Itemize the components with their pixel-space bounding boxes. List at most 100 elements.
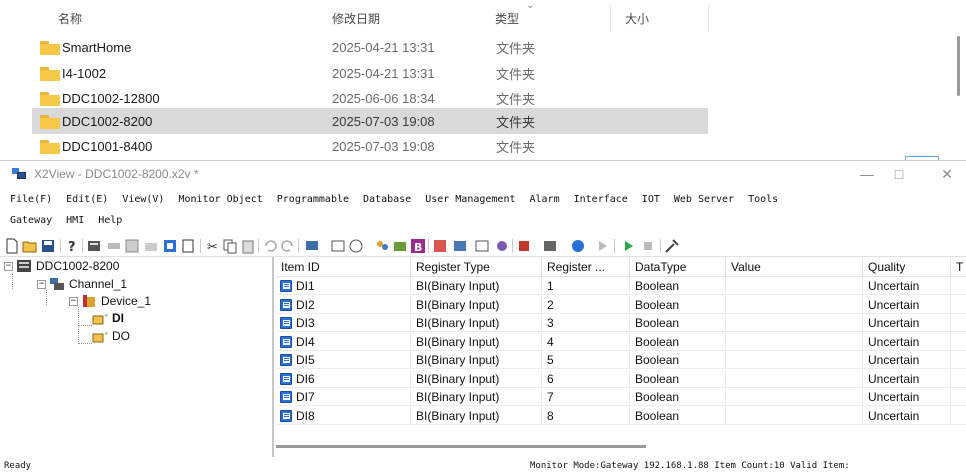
pane-splitter[interactable]	[272, 257, 274, 457]
open-folder-icon[interactable]	[22, 238, 38, 254]
cell-register-type: BI(Binary Input)	[411, 351, 542, 369]
chart-icon[interactable]	[432, 238, 448, 254]
table-row[interactable]: DI7 BI(Binary Input) 7 Boolean Uncertain	[276, 388, 966, 406]
tree-line	[78, 343, 92, 344]
save-icon[interactable]	[40, 238, 56, 254]
menu-web-server[interactable]: Web Server	[674, 191, 734, 209]
header-datatype[interactable]: DataType	[630, 257, 726, 277]
link-icon[interactable]	[494, 238, 510, 254]
alarm-icon[interactable]	[516, 238, 532, 254]
tree-node-channel[interactable]: − Channel_1	[37, 275, 127, 293]
minimize-button[interactable]: —	[854, 165, 880, 183]
column-divider[interactable]	[708, 4, 709, 32]
maximize-button[interactable]: □	[886, 165, 912, 183]
menu-view[interactable]: View(V)	[122, 191, 164, 209]
tree-node-label: DDC1002-8200	[36, 259, 120, 273]
tree-node-do[interactable]: DO	[92, 327, 130, 345]
tree-node-device[interactable]: − Device_1	[69, 292, 151, 310]
add-item-icon[interactable]	[162, 238, 178, 254]
table-row[interactable]: DI5 BI(Binary Input) 5 Boolean Uncertain	[276, 351, 966, 369]
column-header-type[interactable]: 类型	[495, 10, 519, 30]
menu-edit[interactable]: Edit(E)	[66, 191, 108, 209]
header-quality[interactable]: Quality	[863, 257, 951, 277]
scrollbar-thumb[interactable]	[276, 445, 646, 448]
tree-node-label: Channel_1	[69, 277, 128, 291]
menu-help[interactable]: Help	[98, 212, 122, 230]
redo-icon[interactable]	[280, 238, 296, 254]
table-row[interactable]: DI6 BI(Binary Input) 6 Boolean Uncertain	[276, 369, 966, 388]
paste-icon[interactable]	[240, 238, 256, 254]
column-header-name[interactable]: 名称	[58, 10, 82, 30]
folder-row[interactable]: I4-1002 2025-04-21 13:31 文件夹	[32, 60, 708, 86]
header-value[interactable]: Value	[726, 257, 863, 277]
menu-tools[interactable]: Tools	[748, 191, 778, 209]
column-header-size[interactable]: 大小	[625, 10, 649, 30]
cut-icon[interactable]: ✂	[204, 238, 220, 254]
menu-programmable[interactable]: Programmable	[277, 191, 349, 209]
new-file-icon[interactable]	[4, 238, 20, 254]
menu-iot[interactable]: IOT	[642, 191, 660, 209]
channel-icon[interactable]	[106, 238, 122, 254]
tree-node-di[interactable]: DI	[92, 309, 124, 327]
close-button[interactable]: ✕	[934, 165, 960, 183]
svg-text:?: ?	[68, 240, 76, 254]
explorer-scrollbar[interactable]	[957, 36, 960, 96]
column-divider[interactable]	[610, 4, 611, 32]
menu-hmi[interactable]: HMI	[66, 212, 84, 230]
folder-type: 文件夹	[496, 40, 536, 56]
collapse-toggle[interactable]: −	[37, 279, 46, 289]
undo-icon[interactable]	[262, 238, 278, 254]
cell-quality: Uncertain	[863, 406, 951, 425]
database-icon[interactable]	[392, 238, 408, 254]
table-row[interactable]: DI3 BI(Binary Input) 3 Boolean Uncertain	[276, 314, 966, 332]
header-timestamp[interactable]: T	[951, 257, 966, 277]
cell-register-type: BI(Binary Input)	[411, 314, 542, 332]
menu-monitor-object[interactable]: Monitor Object	[178, 191, 262, 209]
properties-icon[interactable]	[180, 238, 196, 254]
users-icon[interactable]	[374, 238, 390, 254]
table-row[interactable]: DI1 BI(Binary Input) 1 Boolean Uncertain	[276, 277, 966, 295]
horizontal-scrollbar[interactable]	[276, 439, 966, 455]
list-icon[interactable]	[330, 238, 346, 254]
table-row[interactable]: DI4 BI(Binary Input) 4 Boolean Uncertain	[276, 332, 966, 351]
device-icon[interactable]	[86, 238, 102, 254]
folder-row[interactable]: SmartHome 2025-04-21 13:31 文件夹	[32, 34, 708, 60]
cell-value	[726, 369, 863, 388]
menu-file[interactable]: File(F)	[10, 191, 52, 209]
web-icon[interactable]	[570, 238, 586, 254]
script-icon[interactable]	[542, 238, 558, 254]
copy-icon[interactable]	[222, 238, 238, 254]
clock-icon[interactable]	[348, 238, 364, 254]
help-icon[interactable]: ?	[64, 238, 80, 254]
b-icon[interactable]: B	[410, 238, 426, 254]
tools-icon[interactable]	[664, 238, 680, 254]
menu-gateway[interactable]: Gateway	[10, 212, 52, 230]
monitor-icon[interactable]	[304, 238, 320, 254]
interface-icon[interactable]	[474, 238, 490, 254]
folder-icon	[40, 67, 60, 81]
header-register[interactable]: Register ...	[542, 257, 630, 277]
cell-register: 5	[542, 351, 630, 369]
menu-interface[interactable]: Interface	[574, 191, 628, 209]
report-icon[interactable]	[452, 238, 468, 254]
play-icon[interactable]	[594, 238, 610, 254]
title-bar[interactable]: X2View - DDC1002-8200.x2v * — □ ✕	[0, 161, 966, 187]
folder-row[interactable]: DDC1001-8400 2025-07-03 19:08 文件夹	[32, 133, 708, 159]
table-row[interactable]: DI2 BI(Binary Input) 2 Boolean Uncertain	[276, 295, 966, 314]
run-icon[interactable]	[620, 238, 636, 254]
collapse-toggle[interactable]: −	[4, 261, 13, 271]
header-item-id[interactable]: Item ID	[276, 257, 411, 277]
grid-icon[interactable]	[124, 238, 140, 254]
stop-icon[interactable]	[640, 238, 656, 254]
add-group-icon[interactable]	[144, 238, 160, 254]
menu-alarm[interactable]: Alarm	[530, 191, 560, 209]
cell-quality: Uncertain	[863, 369, 951, 388]
column-header-date[interactable]: 修改日期	[332, 10, 380, 30]
folder-row-selected[interactable]: DDC1002-8200 2025-07-03 19:08 文件夹	[32, 108, 708, 134]
tree-node-root[interactable]: − DDC1002-8200	[4, 257, 119, 275]
table-row[interactable]: DI8 BI(Binary Input) 8 Boolean Uncertain	[276, 406, 966, 425]
menu-database[interactable]: Database	[363, 191, 411, 209]
header-register-type[interactable]: Register Type	[411, 257, 542, 277]
collapse-toggle[interactable]: −	[69, 296, 78, 306]
menu-user-management[interactable]: User Management	[425, 191, 515, 209]
